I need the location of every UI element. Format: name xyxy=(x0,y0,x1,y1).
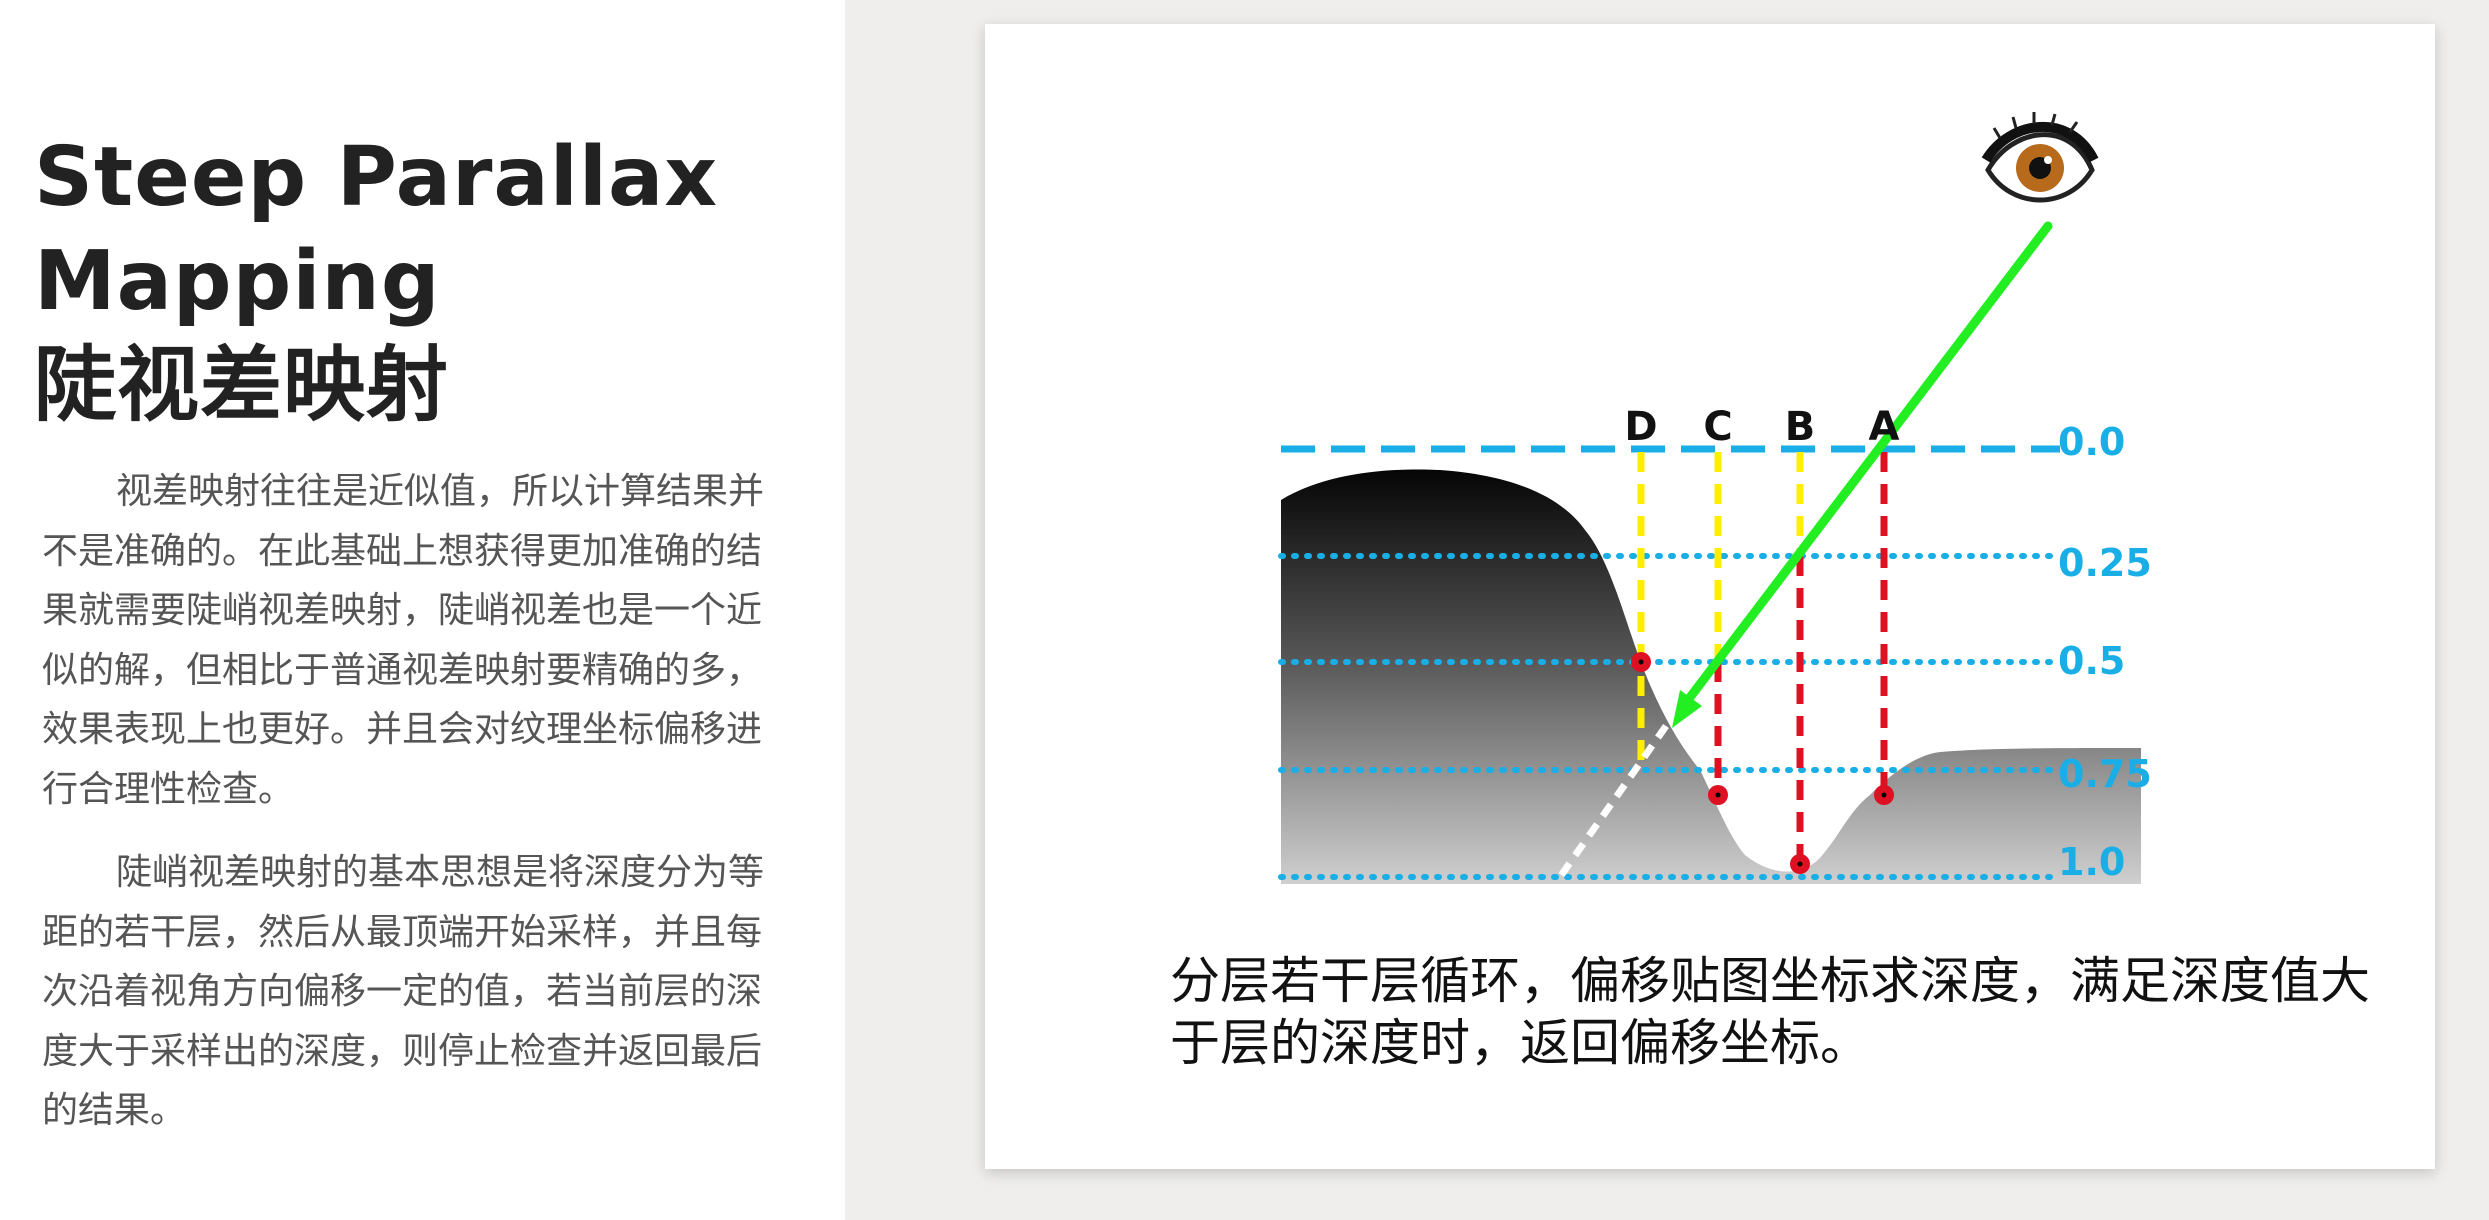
sample-point-c xyxy=(1708,785,1728,805)
sample-point-d xyxy=(1631,652,1651,672)
depth-label-25: 0.25 xyxy=(2058,541,2152,585)
view-ray xyxy=(1683,221,2053,705)
figure-caption: 分层若干层循环，偏移贴图坐标求深度，满足深度值大于层的深度时，返回偏移坐标。 xyxy=(1170,952,2370,1072)
depth-label-50: 0.5 xyxy=(2058,639,2125,683)
sample-label-d: D xyxy=(1624,404,1657,450)
sample-point-a xyxy=(1874,785,1894,805)
sample-point-b xyxy=(1790,854,1810,874)
depth-label-75: 0.75 xyxy=(2058,752,2152,796)
sample-label-b: B xyxy=(1785,404,1816,450)
depth-label-0: 0.0 xyxy=(2058,420,2125,464)
sample-label-c: C xyxy=(1703,404,1732,450)
eye-icon xyxy=(1981,112,2099,203)
depth-label-100: 1.0 xyxy=(2058,840,2125,884)
view-ray-arrowhead xyxy=(1672,690,1702,728)
sample-label-a: A xyxy=(1869,404,1900,450)
